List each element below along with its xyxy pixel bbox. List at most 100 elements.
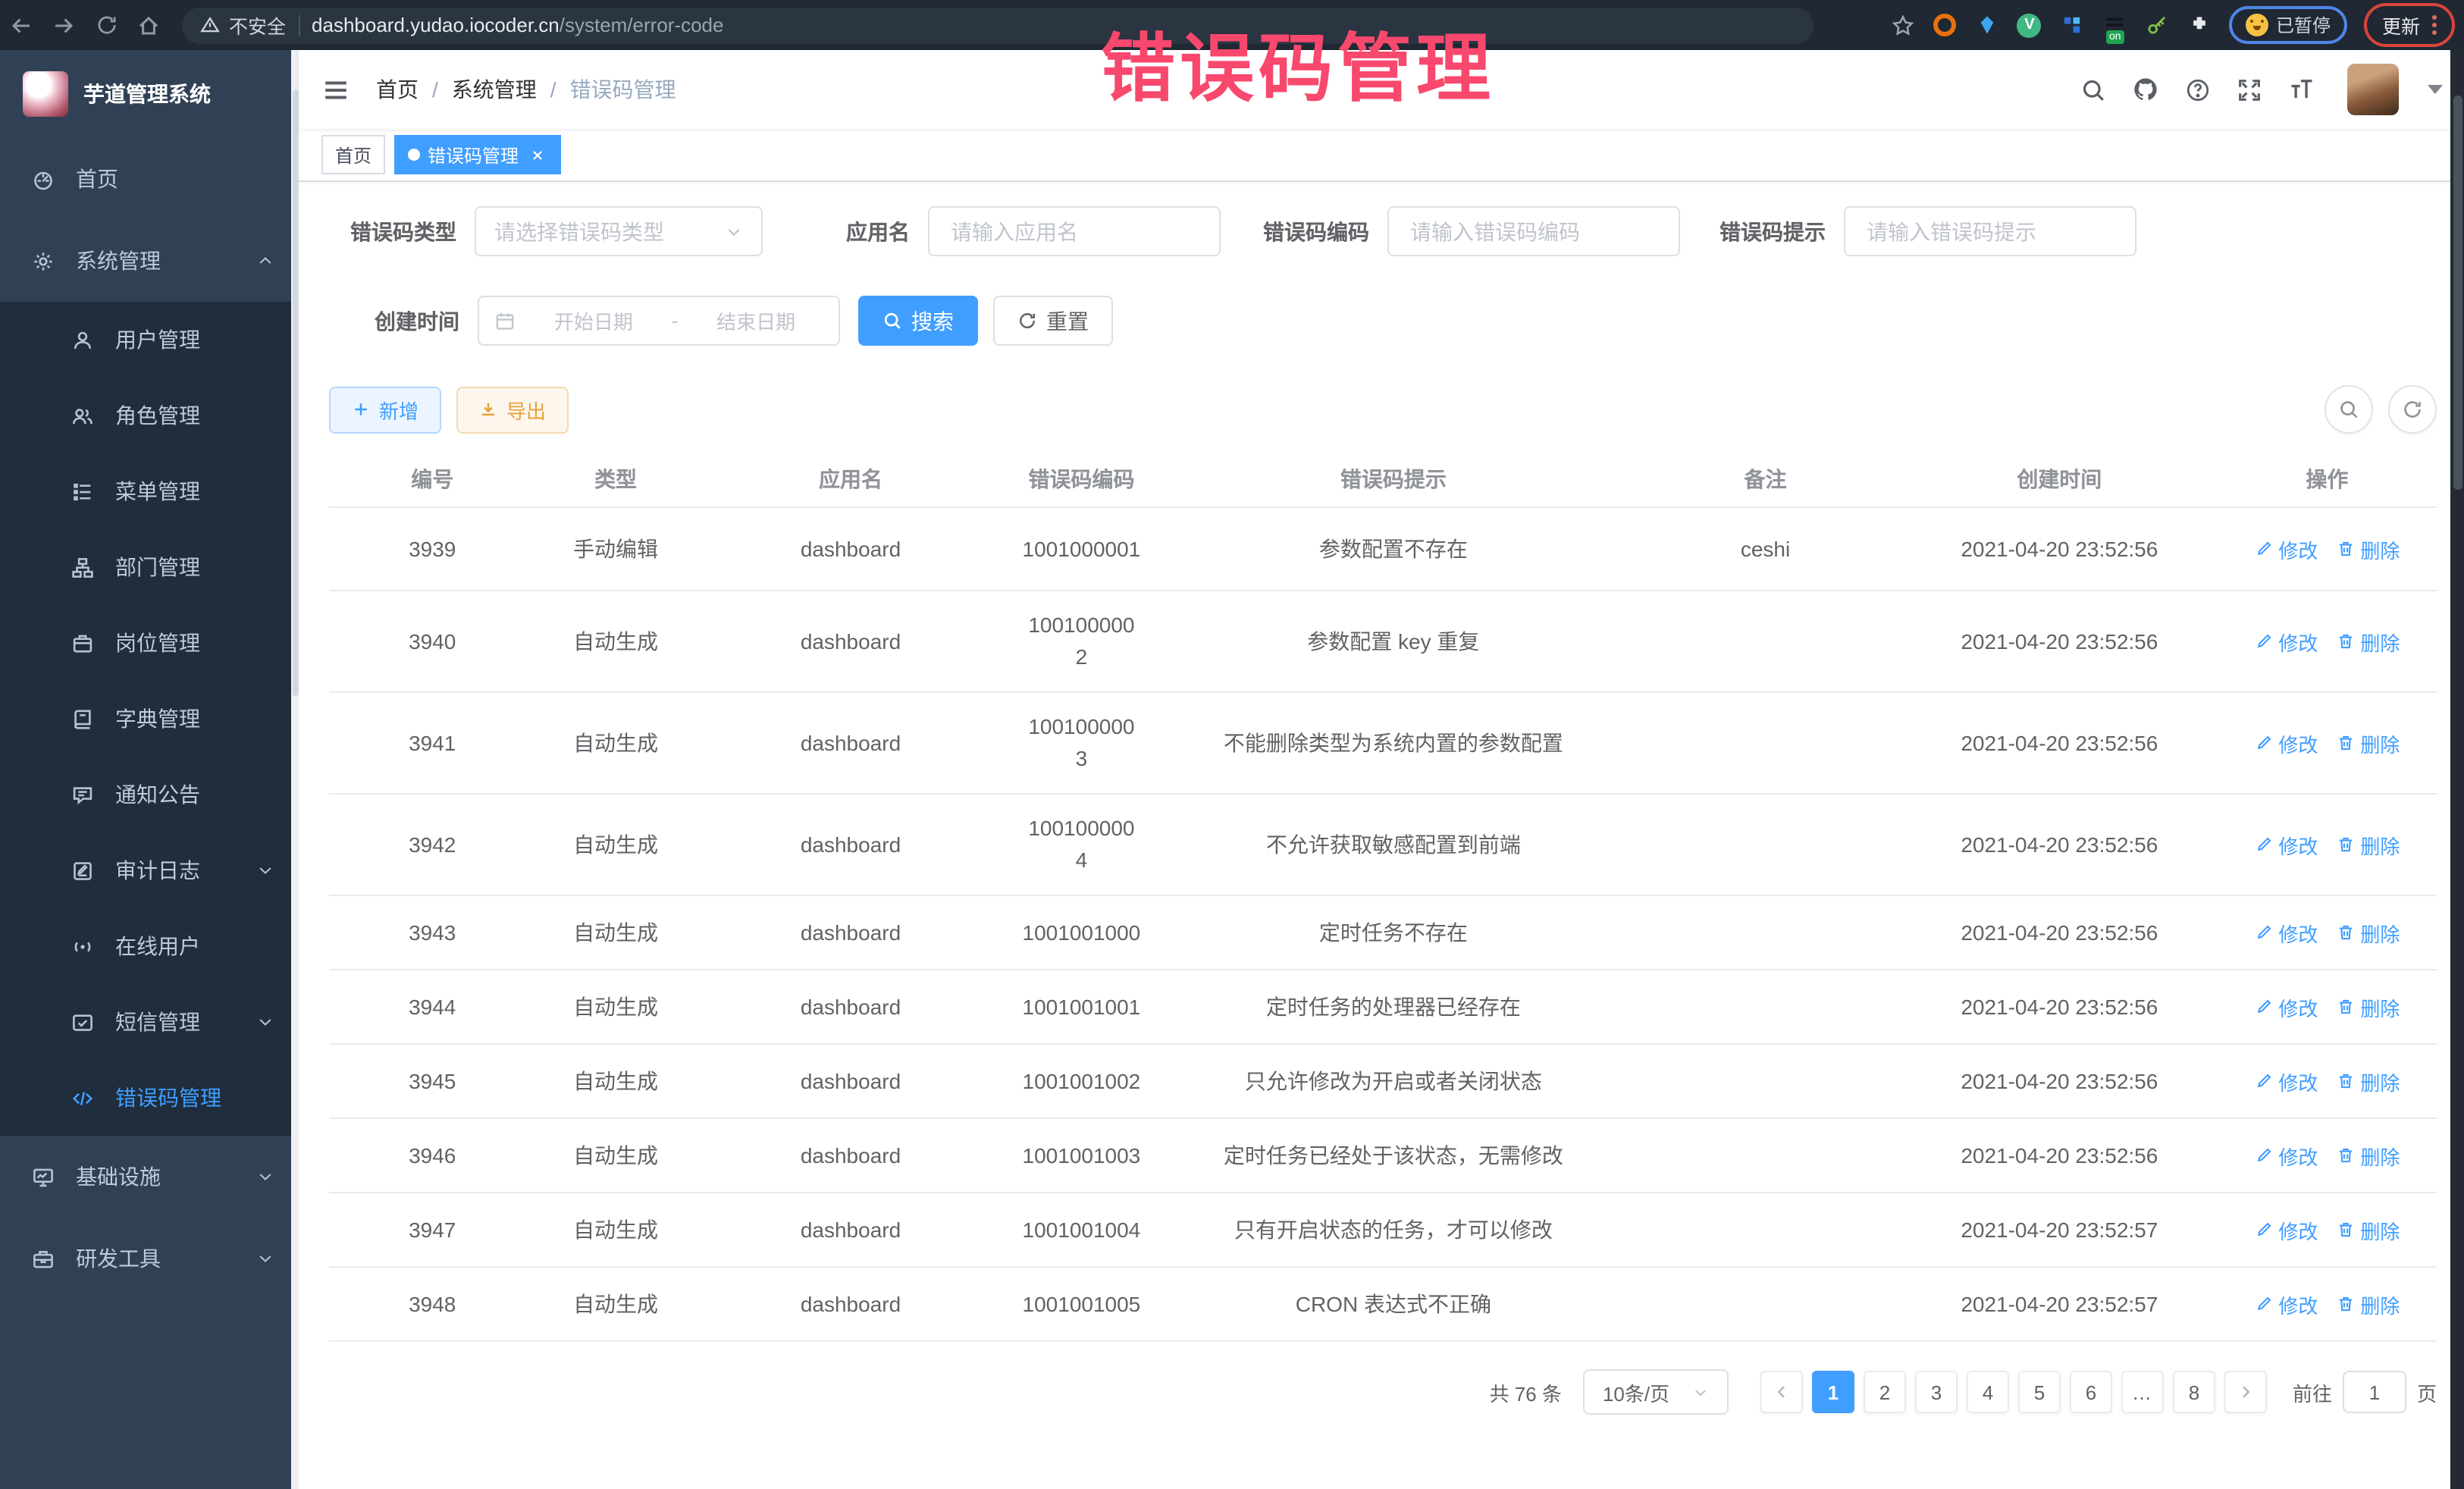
delete-link[interactable]: 删除 (2336, 1067, 2400, 1096)
page-ellipsis[interactable]: … (2121, 1371, 2164, 1413)
edit-link[interactable]: 修改 (2254, 992, 2318, 1021)
toggle-search-button[interactable] (2324, 385, 2373, 434)
error-type-select[interactable]: 请选择错误码类型 (475, 206, 763, 256)
app-logo[interactable]: 芋道管理系统 (0, 50, 299, 138)
extensions-puzzle-icon[interactable] (2187, 12, 2212, 38)
sidebar-item-角色管理[interactable]: 角色管理 (0, 378, 299, 453)
extension-vue-icon[interactable]: V (2017, 12, 2042, 38)
page-button-3[interactable]: 3 (1915, 1371, 1958, 1413)
edit-link[interactable]: 修改 (2254, 534, 2318, 563)
window-scrollbar[interactable] (2450, 50, 2464, 1489)
page-button-8[interactable]: 8 (2173, 1371, 2215, 1413)
sidebar-scrollbar[interactable] (291, 50, 299, 1489)
delete-link[interactable]: 删除 (2336, 918, 2400, 947)
add-button[interactable]: 新增 (329, 386, 441, 433)
error-msg-input[interactable] (1844, 206, 2136, 256)
browser-menu-icon[interactable] (2432, 15, 2437, 35)
page-button-1[interactable]: 1 (1812, 1371, 1854, 1413)
cell: 只允许修改为开启或者关闭状态 (1158, 1066, 1630, 1096)
delete-link[interactable]: 删除 (2336, 1290, 2400, 1318)
tag-error-code[interactable]: 错误码管理 (394, 135, 561, 174)
error-code-input[interactable] (1387, 206, 1680, 256)
delete-icon (2336, 998, 2354, 1016)
github-icon[interactable] (2132, 76, 2159, 103)
reset-button[interactable]: 重置 (993, 296, 1113, 346)
browser-update-button[interactable]: 更新 (2364, 3, 2455, 47)
user-avatar[interactable] (2347, 64, 2399, 115)
help-icon[interactable] (2185, 77, 2211, 102)
extension-gem-icon[interactable] (1974, 12, 2000, 38)
cell: dashboard (696, 995, 1006, 1019)
cell: 1001001001 (1005, 991, 1157, 1023)
sidebar-item-错误码管理[interactable]: 错误码管理 (0, 1060, 299, 1136)
edit-link[interactable]: 修改 (2254, 918, 2318, 947)
date-range-picker[interactable]: 开始日期 - 结束日期 (478, 296, 840, 346)
extension-orange-icon[interactable] (1932, 12, 1958, 38)
font-size-icon[interactable] (2288, 76, 2315, 103)
app-name-input[interactable] (928, 206, 1221, 256)
page-button-6[interactable]: 6 (2070, 1371, 2112, 1413)
delete-link[interactable]: 删除 (2336, 992, 2400, 1021)
next-page-button[interactable] (2224, 1371, 2267, 1413)
sidebar-item-在线用户[interactable]: 在线用户 (0, 908, 299, 984)
edit-link[interactable]: 修改 (2254, 729, 2318, 757)
browser-reload-icon[interactable] (85, 14, 127, 36)
table-row: 3940自动生成dashboard100100000 2参数配置 key 重复2… (329, 591, 2437, 693)
sidebar-item-研发工具[interactable]: 研发工具 (0, 1218, 299, 1299)
edit-link[interactable]: 修改 (2254, 830, 2318, 859)
delete-link[interactable]: 删除 (2336, 1141, 2400, 1170)
sidebar-item-通知公告[interactable]: 通知公告 (0, 757, 299, 832)
delete-link[interactable]: 删除 (2336, 627, 2400, 656)
goto-page-input[interactable] (2343, 1371, 2406, 1413)
sidebar-item-部门管理[interactable]: 部门管理 (0, 529, 299, 605)
avatar-caret-icon[interactable] (2428, 85, 2443, 94)
page-button-5[interactable]: 5 (2018, 1371, 2061, 1413)
export-button[interactable]: 导出 (456, 386, 569, 433)
url-path: /system/error-code (560, 14, 724, 36)
header-search-icon[interactable] (2080, 77, 2106, 102)
page-button-2[interactable]: 2 (1864, 1371, 1906, 1413)
bookmark-star-icon[interactable] (1891, 13, 1915, 37)
sidebar-item-用户管理[interactable]: 用户管理 (0, 302, 299, 378)
extension-key-icon[interactable] (2144, 12, 2170, 38)
sidebar-item-基础设施[interactable]: 基础设施 (0, 1136, 299, 1218)
breadcrumb-system[interactable]: 系统管理 (452, 74, 537, 105)
edit-link[interactable]: 修改 (2254, 1290, 2318, 1318)
submenu: 用户管理角色管理菜单管理部门管理岗位管理字典管理通知公告审计日志在线用户短信管理… (0, 302, 299, 1136)
sidebar-item-首页[interactable]: 首页 (0, 138, 299, 220)
browser-forward-icon[interactable] (42, 13, 85, 37)
refresh-table-button[interactable] (2388, 385, 2437, 434)
extension-grid-icon[interactable] (2059, 12, 2085, 38)
hamburger-icon[interactable] (321, 75, 350, 104)
address-bar[interactable]: 不安全 dashboard.yudao.iocoder.cn/system/er… (182, 7, 1814, 43)
delete-link[interactable]: 删除 (2336, 729, 2400, 757)
edit-link[interactable]: 修改 (2254, 1215, 2318, 1244)
sidebar-item-短信管理[interactable]: 短信管理 (0, 984, 299, 1060)
sidebar-item-菜单管理[interactable]: 菜单管理 (0, 453, 299, 529)
delete-link[interactable]: 删除 (2336, 1215, 2400, 1244)
delete-link[interactable]: 删除 (2336, 830, 2400, 859)
page-size-select[interactable]: 10条/页 (1583, 1369, 1729, 1415)
fullscreen-icon[interactable] (2237, 77, 2262, 102)
cell: 1001001000 (1005, 917, 1157, 948)
sidebar-item-岗位管理[interactable]: 岗位管理 (0, 605, 299, 681)
page-button-4[interactable]: 4 (1967, 1371, 2009, 1413)
browser-back-icon[interactable] (0, 13, 42, 37)
tag-close-icon[interactable] (526, 144, 547, 165)
paused-extension-pill[interactable]: 已暂停 (2229, 6, 2347, 44)
delete-icon (2336, 1072, 2354, 1090)
prev-page-button[interactable] (1760, 1371, 1803, 1413)
sidebar-item-字典管理[interactable]: 字典管理 (0, 681, 299, 757)
breadcrumb-current: 错误码管理 (570, 74, 676, 105)
breadcrumb-home[interactable]: 首页 (376, 74, 419, 105)
browser-home-icon[interactable] (127, 13, 170, 37)
delete-link[interactable]: 删除 (2336, 534, 2400, 563)
sidebar-item-审计日志[interactable]: 审计日志 (0, 832, 299, 908)
tag-home[interactable]: 首页 (321, 135, 385, 174)
edit-link[interactable]: 修改 (2254, 627, 2318, 656)
search-button[interactable]: 搜索 (858, 296, 978, 346)
sidebar-item-系统管理[interactable]: 系统管理 (0, 220, 299, 302)
edit-link[interactable]: 修改 (2254, 1067, 2318, 1096)
extension-on-icon[interactable]: on (2102, 12, 2127, 38)
edit-link[interactable]: 修改 (2254, 1141, 2318, 1170)
